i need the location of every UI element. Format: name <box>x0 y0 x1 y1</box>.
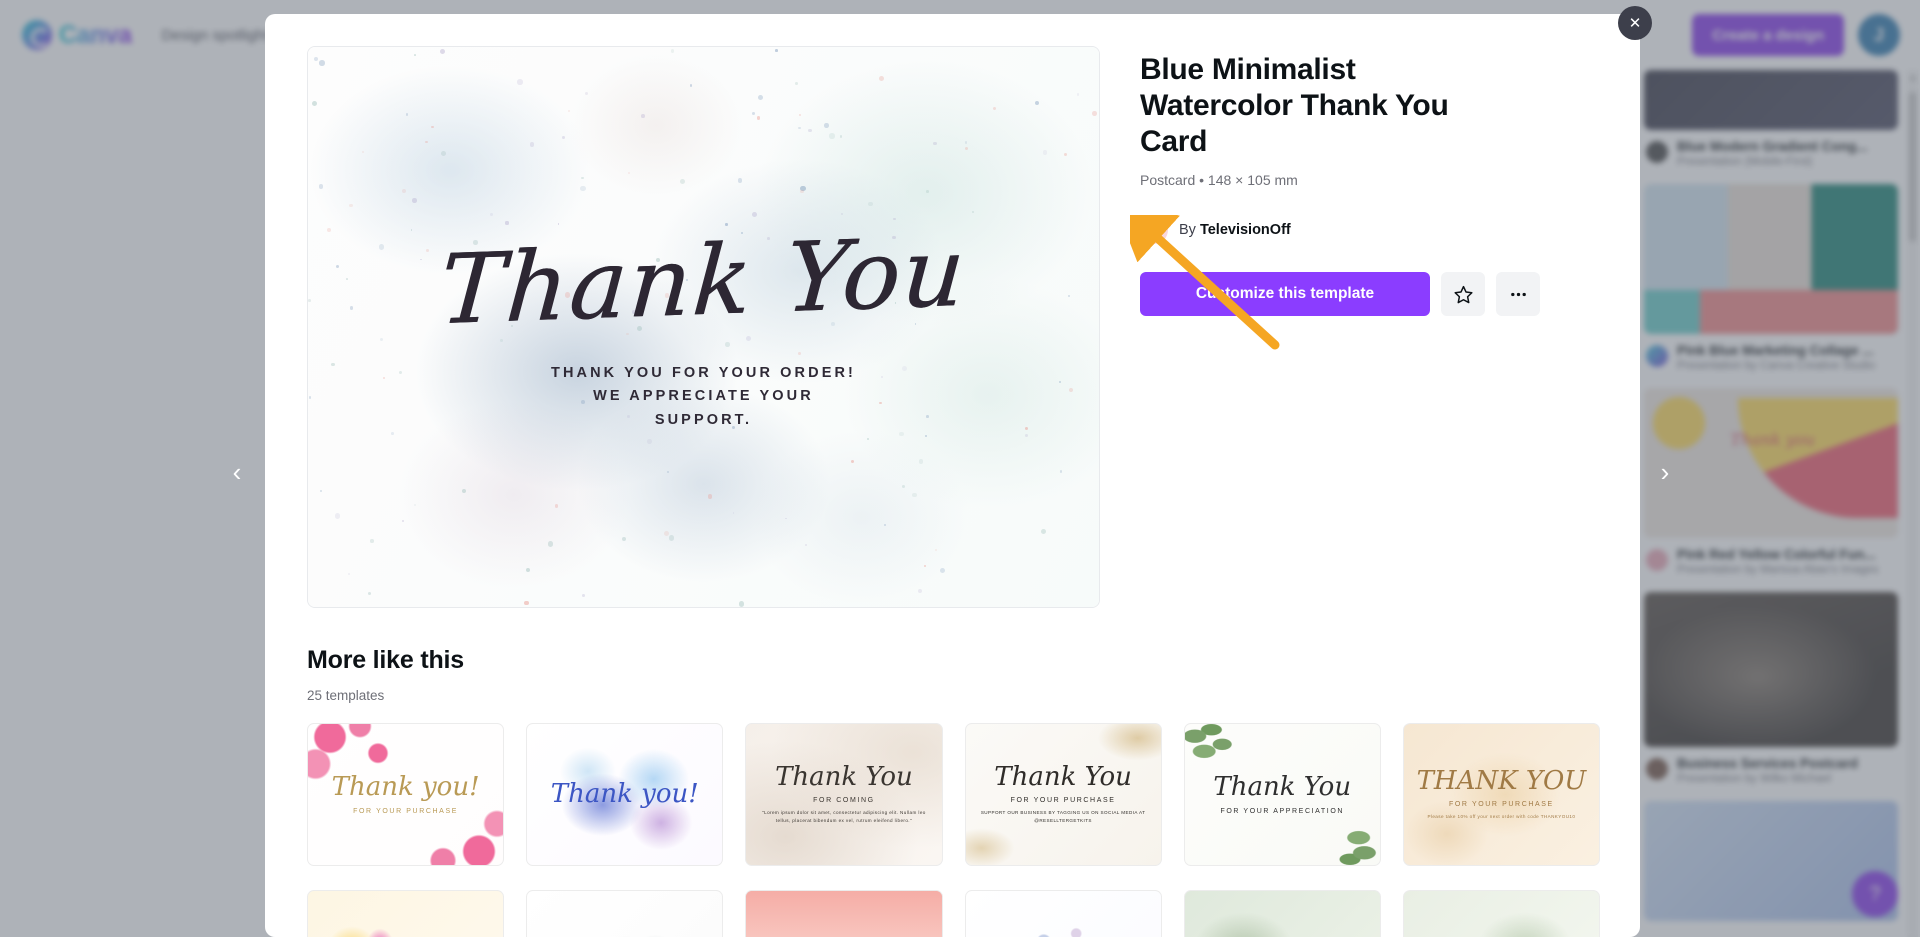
related-template-tile[interactable] <box>526 890 724 937</box>
preview-script-heading: Thank You <box>436 215 971 347</box>
related-templates-grid: Thank you! for your purchase Thank you! … <box>307 723 1600 937</box>
author-avatar <box>1140 216 1168 244</box>
preview-body-line-0: THANK YOU FOR YOUR ORDER! <box>551 364 856 381</box>
related-template-tile[interactable] <box>1183 890 1381 937</box>
preview-card: Thank You THANK YOU FOR YOUR ORDER! WE A… <box>307 46 1100 608</box>
template-title: Blue Minimalist Watercolor Thank You Car… <box>1140 53 1449 158</box>
related-template-tile[interactable] <box>307 890 505 937</box>
template-info-column: Blue Minimalist Watercolor Thank You Car… <box>1140 46 1600 608</box>
tile-heading: Thank you! <box>550 778 699 809</box>
tile-subheading: for your purchase <box>1448 801 1554 809</box>
preview-card-text: Thank You THANK YOU FOR YOUR ORDER! WE A… <box>308 47 1099 607</box>
preview-body-line-2: SUPPORT. <box>654 412 753 429</box>
tile-body: Please take 10% off your next order with… <box>1427 814 1576 820</box>
template-count: 25 templates <box>307 688 385 703</box>
related-template-tile[interactable] <box>1402 890 1600 937</box>
tile-subheading: for your purchase <box>353 807 458 815</box>
preview-body-text: THANK YOU FOR YOUR ORDER! WE APPRECIATE … <box>551 362 856 434</box>
author-handle: TelevisionOff <box>1199 222 1291 238</box>
tile-heading: Thank You <box>775 762 913 793</box>
tile-heading: THANK YOU <box>1416 765 1587 796</box>
tile-body: SUPPORT OUR BUSINESS BY TAGGING US ON SO… <box>980 810 1146 824</box>
tile-heading: Thank You <box>1213 772 1352 803</box>
template-author[interactable]: By TelevisionOff <box>1140 216 1600 244</box>
tile-subheading: for your purchase <box>1010 797 1116 805</box>
template-actions: Customize this template <box>1140 272 1600 316</box>
tile-body: "Lorem ipsum dolor sit amet, consectetur… <box>762 810 926 824</box>
close-modal-button[interactable]: ✕ <box>1618 6 1652 40</box>
customize-this-template-button[interactable]: Customize this template <box>1140 272 1430 316</box>
tile-heading: Thank you! <box>331 772 480 803</box>
template-detail-modal: Thank You THANK YOU FOR YOUR ORDER! WE A… <box>265 14 1640 937</box>
related-template-tile[interactable]: thank <box>745 890 943 937</box>
related-template-tile[interactable]: Thank You for coming "Lorem ipsum dolor … <box>745 723 943 866</box>
related-template-tile[interactable]: Thank you! <box>526 723 724 866</box>
previous-template-arrow[interactable]: ‹ <box>220 455 254 489</box>
tile-subheading: for coming <box>813 797 875 805</box>
next-template-arrow[interactable]: › <box>1648 455 1682 489</box>
template-preview[interactable]: Thank You THANK YOU FOR YOUR ORDER! WE A… <box>307 46 1100 608</box>
modal-scroll-area[interactable]: Thank You THANK YOU FOR YOUR ORDER! WE A… <box>265 14 1640 937</box>
related-template-tile[interactable] <box>964 890 1162 937</box>
author-by-label: By <box>1179 222 1196 238</box>
more-options-button[interactable] <box>1496 272 1540 316</box>
more-like-this-title: More like this <box>307 646 464 674</box>
tile-heading: Thank You <box>994 762 1132 793</box>
star-icon <box>1453 285 1473 303</box>
template-detail-row: Thank You THANK YOU FOR YOUR ORDER! WE A… <box>307 46 1600 608</box>
author-name[interactable]: By TelevisionOff <box>1179 222 1291 238</box>
favorite-star-button[interactable] <box>1441 272 1485 316</box>
related-template-tile[interactable]: Thank You for your appreciation <box>1183 723 1381 866</box>
more-like-this-header: More like this 25 templates <box>307 646 1600 703</box>
preview-body-line-1: WE APPRECIATE YOUR <box>593 388 814 405</box>
related-template-tile[interactable]: Thank you! for your purchase <box>307 723 505 866</box>
tile-subheading: for your appreciation <box>1220 807 1345 815</box>
template-meta: Postcard • 148 × 105 mm <box>1140 172 1298 188</box>
more-horizontal-icon <box>1510 292 1526 296</box>
related-template-tile[interactable]: Thank You for your purchase SUPPORT OUR … <box>964 723 1162 866</box>
related-template-tile[interactable]: THANK YOU for your purchase Please take … <box>1402 723 1600 866</box>
